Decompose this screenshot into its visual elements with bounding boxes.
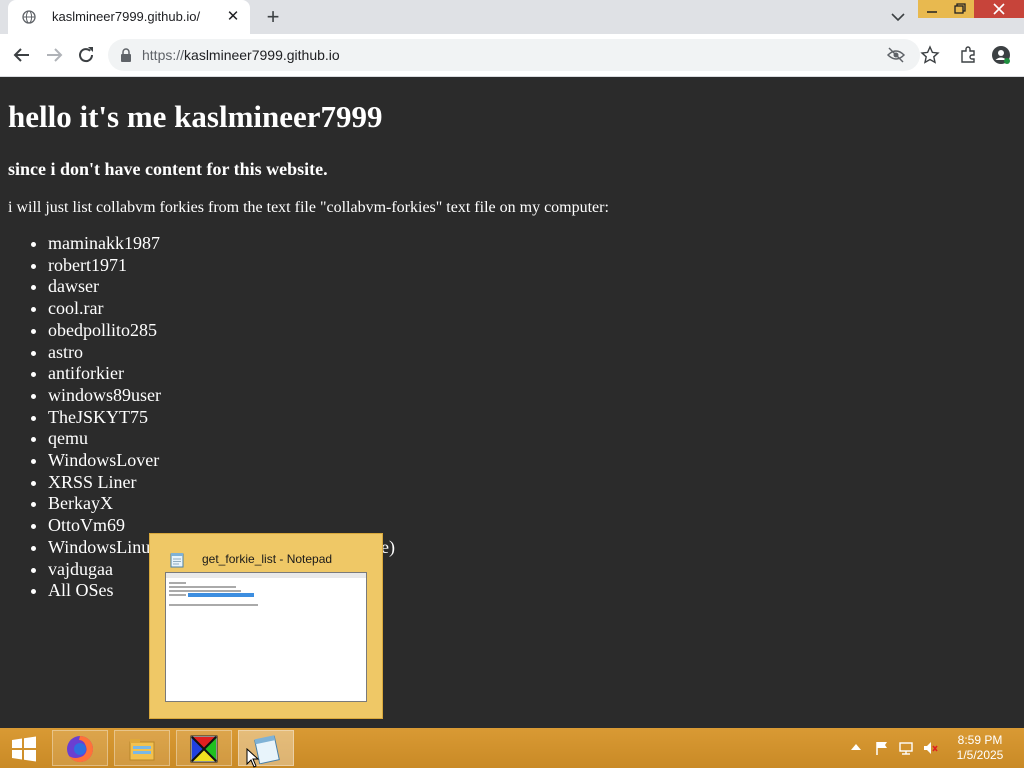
volume-muted-icon[interactable] xyxy=(922,740,938,756)
mouse-cursor-icon xyxy=(246,748,260,768)
action-center-flag-icon[interactable] xyxy=(874,740,890,756)
forkie-list-item: astro xyxy=(48,342,161,364)
address-bar[interactable]: https://kaslmineer7999.github.io xyxy=(108,39,940,71)
url-scheme: https:// xyxy=(142,47,185,63)
forkie-list-item: vajdugaa xyxy=(48,559,161,581)
forkie-list-item: maminakk1987 xyxy=(48,233,161,255)
tab-close-button[interactable]: ✕ xyxy=(224,8,242,26)
system-clock[interactable]: 8:59 PM 1/5/2025 xyxy=(948,733,1012,763)
star-icon[interactable] xyxy=(920,45,940,65)
forkie-list-item: WindowsLinu xyxy=(48,537,161,559)
forkie-list-item: antiforkier xyxy=(48,363,161,385)
show-hidden-icons-icon[interactable] xyxy=(850,742,862,752)
taskbar: 8:59 PM 1/5/2025 xyxy=(0,728,1024,768)
back-icon[interactable] xyxy=(10,43,34,67)
taskbar-explorer-button[interactable] xyxy=(114,730,170,766)
tab-strip: kaslmineer7999.github.io/ ✕ + xyxy=(0,0,1024,34)
forward-icon[interactable] xyxy=(42,43,66,67)
forkie-list-item: robert1971 xyxy=(48,255,161,277)
new-tab-button[interactable]: + xyxy=(262,6,284,28)
obscured-fragment: e) xyxy=(381,537,395,557)
page-intro: i will just list collabvm forkies from t… xyxy=(8,199,609,216)
notepad-thumbnail[interactable]: get_forkie_list - Notepad xyxy=(149,533,383,719)
taskbar-paint-button[interactable] xyxy=(176,730,232,766)
browser-toolbar: https://kaslmineer7999.github.io xyxy=(0,34,1024,77)
globe-icon xyxy=(22,10,36,24)
forkie-list-item: BerkayX xyxy=(48,493,161,515)
forkie-list-item: XRSS Liner xyxy=(48,472,161,494)
url-host: kaslmineer7999.github.io xyxy=(184,47,340,63)
tab-title: kaslmineer7999.github.io/ xyxy=(52,9,201,24)
forkie-list-item: cool.rar xyxy=(48,298,161,320)
thumbnail-preview xyxy=(165,572,367,702)
forkie-list-item: dawser xyxy=(48,276,161,298)
puzzle-icon[interactable] xyxy=(958,45,978,65)
thumbnail-title: get_forkie_list - Notepad xyxy=(202,552,333,566)
restore-icon xyxy=(954,3,966,14)
file-explorer-icon xyxy=(129,739,155,761)
restore-button[interactable] xyxy=(946,0,974,18)
forkie-list-item: qemu xyxy=(48,428,161,450)
close-window-button[interactable] xyxy=(974,0,1024,18)
url-text: https://kaslmineer7999.github.io xyxy=(142,47,340,63)
taskbar-firefox-button[interactable] xyxy=(52,730,108,766)
notepad-icon xyxy=(170,553,184,568)
notepad-preview-image xyxy=(166,573,366,606)
firefox-icon xyxy=(67,736,94,763)
paint-icon xyxy=(190,735,218,763)
profile-icon[interactable] xyxy=(990,44,1012,66)
minimize-button[interactable] xyxy=(918,0,946,18)
forkie-list-item: WindowsLover xyxy=(48,450,161,472)
forkie-list-item: obedpollito285 xyxy=(48,320,161,342)
forkie-list-item: All OSes xyxy=(48,580,161,602)
page-subheading: since i don't have content for this webs… xyxy=(8,159,328,179)
clock-time: 8:59 PM xyxy=(957,733,1003,747)
forkie-list-item: windows89user xyxy=(48,385,161,407)
page-heading: hello it's me kaslmineer7999 xyxy=(8,99,383,134)
chevron-down-icon[interactable] xyxy=(888,8,908,26)
forkie-list: maminakk1987robert1971dawsercool.rarobed… xyxy=(8,233,161,602)
reload-icon[interactable] xyxy=(74,43,98,67)
network-icon[interactable] xyxy=(898,740,914,756)
lock-icon xyxy=(121,48,131,62)
close-icon xyxy=(993,3,1005,15)
start-icon[interactable] xyxy=(10,736,38,762)
forkie-list-item: OttoVm69 xyxy=(48,515,161,537)
forkie-list-item: TheJSKYT75 xyxy=(48,407,161,429)
clock-date: 1/5/2025 xyxy=(956,748,1004,762)
eye-off-icon[interactable] xyxy=(886,45,906,65)
minimize-icon xyxy=(927,11,937,13)
tab-active[interactable]: kaslmineer7999.github.io/ ✕ xyxy=(8,0,250,34)
